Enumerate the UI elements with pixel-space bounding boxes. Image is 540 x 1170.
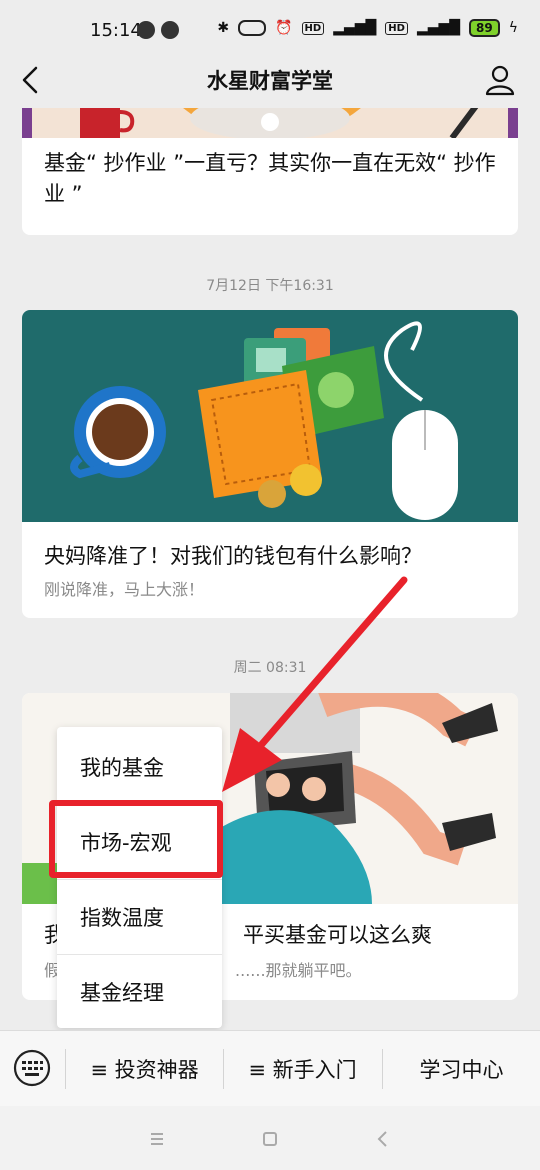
submenu-item-index-temperature[interactable]: 指数温度: [57, 879, 222, 954]
home-icon[interactable]: [255, 1124, 285, 1154]
toggle-icon: [238, 20, 267, 36]
menu-item-learning-center[interactable]: 学习中心: [383, 1031, 540, 1107]
submenu-item-fund-manager[interactable]: 基金经理: [57, 954, 222, 1029]
article-subtitle-end: ......那就躺平吧。: [235, 961, 362, 980]
signal-icon: ▂▄▆█: [416, 20, 461, 36]
timestamp: 周二 08:31: [233, 660, 307, 676]
page-title: 水星财富学堂: [207, 69, 333, 93]
submenu-item-my-funds[interactable]: 我的基金: [57, 729, 222, 804]
article-card[interactable]: 央妈降准了！对我们的钱包有什么影响？ 刚说降准，马上大涨！: [22, 310, 518, 618]
system-nav-bar: [0, 1106, 540, 1170]
back-icon[interactable]: [368, 1124, 398, 1154]
battery-icon: 89: [469, 19, 500, 37]
bottom-menu-bar: ≡ 投资神器 ≡ 新手入门 学习中心: [0, 1030, 540, 1107]
alarm-icon: ⏰: [275, 20, 293, 36]
status-icons: ✱ ⏰ HD ▂▄▆█ HD ▂▄▆█ 89 ϟ: [217, 19, 518, 37]
status-time: 15:14: [90, 20, 142, 41]
menu-item-beginner-guide[interactable]: ≡ 新手入门: [224, 1031, 381, 1107]
article-thumbnail: [22, 108, 518, 138]
keyboard-icon[interactable]: [13, 1049, 51, 1087]
hd-icon: HD: [301, 21, 325, 35]
highlight-box: [49, 800, 223, 878]
article-subtitle: 刚说降准，马上大涨！: [44, 580, 205, 599]
profile-icon[interactable]: [482, 62, 518, 98]
article-title-end: 平买基金可以这么爽: [243, 923, 432, 947]
article-thumbnail: [22, 310, 518, 522]
charging-icon: ϟ: [508, 20, 518, 36]
globe-icon: [161, 21, 179, 39]
status-bar: 15:14 ✱ ⏰ HD ▂▄▆█ HD ▂▄▆█ 89 ϟ: [0, 0, 540, 60]
hd-icon: HD: [385, 21, 408, 35]
article-card[interactable]: 基金“ 抄作业 ”一直亏？其实你一直在无效“ 抄作业 ”: [22, 108, 518, 235]
signal-icon: ▂▄▆█: [333, 20, 377, 36]
article-title: 基金“ 抄作业 ”一直亏？其实你一直在无效“ 抄作业 ”: [44, 151, 496, 206]
recents-icon[interactable]: [142, 1124, 172, 1154]
nav-bar: 水星财富学堂: [0, 52, 540, 108]
timestamp: 7月12日 下午16:31: [206, 278, 334, 294]
bluetooth-icon: ✱: [217, 20, 230, 36]
article-title: 央妈降准了！对我们的钱包有什么影响？: [44, 544, 422, 568]
menu-item-investment-tools[interactable]: ≡ 投资神器: [66, 1031, 223, 1107]
globe-icon: [137, 21, 155, 39]
